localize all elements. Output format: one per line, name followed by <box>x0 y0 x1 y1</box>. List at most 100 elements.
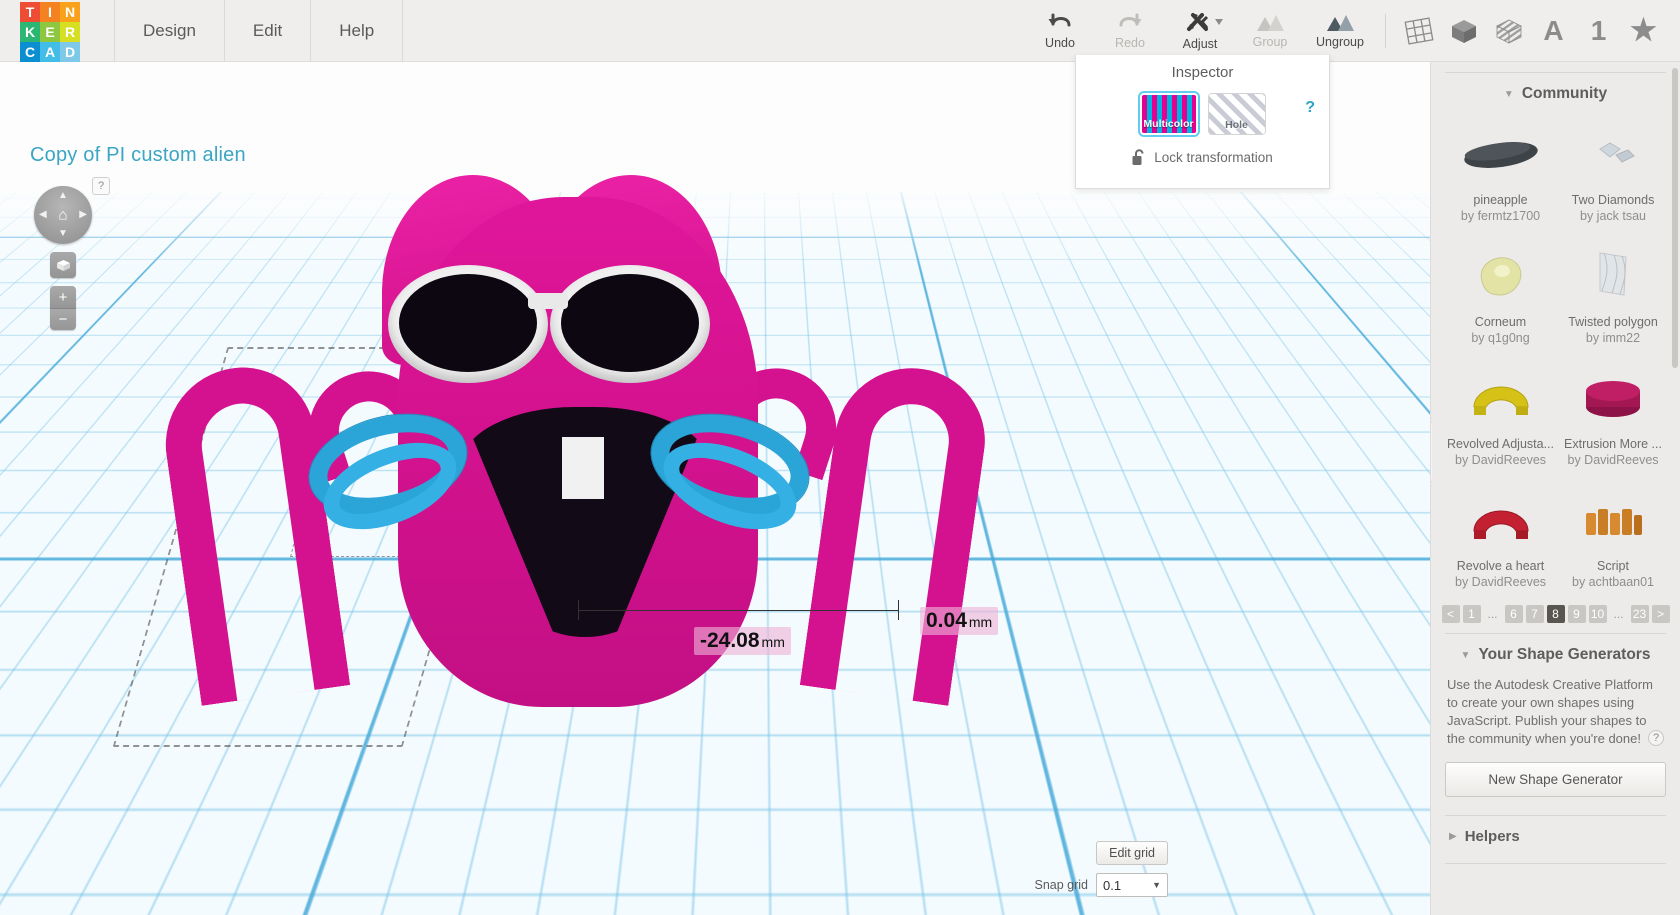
orbit-up-icon[interactable]: ▲ <box>58 191 68 201</box>
shape-name: Script <box>1597 559 1629 573</box>
shape-name: Extrusion More ... <box>1564 437 1662 451</box>
star-icon[interactable]: ★ <box>1621 0 1666 62</box>
orbit-left-icon[interactable]: ◀ <box>39 210 47 220</box>
undo-icon <box>1048 13 1071 27</box>
orbit-right-icon[interactable]: ▶ <box>79 210 87 220</box>
top-toolbar: T I N K E R C A D Design Edit Help Undo <box>0 0 1680 62</box>
group-button[interactable]: Group <box>1235 0 1305 62</box>
shape-card-pineapple[interactable]: pineapple by fermtz1700 <box>1445 111 1556 227</box>
shape-card-script[interactable]: Script by achtbaan01 <box>1560 477 1666 593</box>
logo-tile-1: I <box>40 1 60 22</box>
hole-swatch[interactable]: Hole <box>1207 93 1266 135</box>
striped-box-icon <box>1495 19 1522 44</box>
shape-name: pineapple <box>1473 193 1528 207</box>
adjust-button[interactable]: Adjust <box>1165 0 1235 62</box>
dimension-tick-right <box>898 600 899 620</box>
shape-card-two-diamonds[interactable]: Two Diamonds by jack tsau <box>1560 111 1666 227</box>
text-a-icon[interactable]: A <box>1531 0 1576 62</box>
zoom-in-button[interactable]: + <box>50 286 76 308</box>
shape-author: by imm22 <box>1585 331 1641 345</box>
solid-box-icon <box>1451 19 1476 43</box>
canvas-help-button[interactable]: ? <box>92 177 110 195</box>
edit-grid-button[interactable]: Edit grid <box>1096 841 1168 865</box>
menu-edit[interactable]: Edit <box>225 0 312 62</box>
shape-thumbnail <box>1447 361 1554 433</box>
panel-scroll-area: ▼ Community pineapple by fermtz1700 Two … <box>1431 62 1680 915</box>
zoom-out-button[interactable]: − <box>50 308 76 330</box>
shape-generators-description: Use the Autodesk Creative Platform to cr… <box>1447 677 1653 746</box>
workplane-icon[interactable] <box>1396 0 1441 62</box>
grid-controls: Edit grid Snap grid 0.1 ▼ <box>1034 841 1168 897</box>
hole-swatch-label: Hole <box>1225 119 1248 131</box>
helpers-section-header[interactable]: ▶ Helpers <box>1445 816 1666 853</box>
shape-author: by DavidReeves <box>1567 453 1659 467</box>
fit-view-button[interactable] <box>50 252 76 278</box>
shape-thumbnail <box>1562 483 1664 555</box>
pagination-next[interactable]: > <box>1651 605 1670 623</box>
shape-author: by jack tsau <box>1580 209 1647 223</box>
sunglass-bridge <box>528 293 568 309</box>
orbit-control[interactable]: ▲ ▼ ◀ ▶ ⌂ <box>34 186 92 244</box>
alien-model[interactable] <box>112 97 1030 747</box>
sunglass-lens-right <box>550 265 710 383</box>
menu-design[interactable]: Design <box>114 0 225 62</box>
pagination-page-7[interactable]: 7 <box>1525 605 1544 623</box>
shape-card-revolved-adjustable[interactable]: Revolved Adjusta... by DavidReeves <box>1445 355 1556 471</box>
chevron-right-icon: ▶ <box>1449 831 1457 842</box>
unlock-icon <box>1132 149 1144 165</box>
main-menu: Design Edit Help <box>114 0 404 62</box>
shape-thumbnail <box>1447 239 1554 311</box>
shape-name: Revolved Adjusta... <box>1447 437 1555 451</box>
shape-thumbnail <box>1562 117 1664 189</box>
new-shape-generator-button[interactable]: New Shape Generator <box>1445 762 1666 797</box>
multicolor-swatch[interactable]: Multicolor <box>1139 93 1198 135</box>
pagination-page-8[interactable]: 8 <box>1546 605 1565 623</box>
undo-label: Undo <box>1045 36 1075 50</box>
shape-card-revolve-a-heart[interactable]: Revolve a heart by DavidReeves <box>1445 477 1556 593</box>
shape-card-extrusion-more[interactable]: Extrusion More ... by DavidReeves <box>1560 355 1666 471</box>
orbit-down-icon[interactable]: ▼ <box>58 229 68 239</box>
dimension-y-callout[interactable]: 0.04 mm <box>920 607 999 635</box>
redo-button[interactable]: Redo <box>1095 0 1165 62</box>
alien-tooth <box>562 437 604 499</box>
shape-card-twisted-polygon[interactable]: Twisted polygon by imm22 <box>1560 233 1666 349</box>
shape-generators-header[interactable]: ▼ Your Shape Generators <box>1445 634 1666 672</box>
shape-name: Corneum <box>1474 315 1527 329</box>
tinkercad-logo[interactable]: T I N K E R C A D <box>20 1 80 62</box>
community-section-header[interactable]: ▼ Community <box>1445 73 1666 111</box>
box-icon[interactable] <box>1441 0 1486 62</box>
script-blocks-shape-icon <box>1586 509 1642 535</box>
multicolor-swatch-label: Multicolor <box>1143 118 1194 130</box>
pagination-page-23[interactable]: 23 <box>1630 605 1649 623</box>
3d-canvas[interactable]: Copy of PI custom alien ▲ ▼ ◀ ▶ ⌂ + − ? … <box>0 62 1430 915</box>
right-icon-group: A 1 ★ <box>1396 0 1680 62</box>
pagination-page-10[interactable]: 10 <box>1588 605 1607 623</box>
shape-card-corneum[interactable]: Corneum by q1g0ng <box>1445 233 1556 349</box>
shape-generators-help-button[interactable]: ? <box>1648 730 1664 746</box>
hole-box-icon[interactable] <box>1486 0 1531 62</box>
lock-transformation-row[interactable]: Lock transformation <box>1076 149 1329 166</box>
chevron-down-icon: ▼ <box>1152 880 1161 890</box>
group-label: Group <box>1252 35 1288 49</box>
chevron-down-icon: ▼ <box>1460 649 1471 661</box>
dimension-y-value: 0.04 <box>926 609 967 632</box>
dimension-x-callout[interactable]: -24.08 mm <box>694 627 791 655</box>
number-one-icon[interactable]: 1 <box>1576 0 1621 62</box>
workplane-grid-icon <box>1404 16 1433 45</box>
shape-author: by DavidReeves <box>1455 453 1547 467</box>
undo-button[interactable]: Undo <box>1025 0 1095 62</box>
menu-help[interactable]: Help <box>311 0 404 62</box>
corneum-shape-icon <box>1480 257 1521 296</box>
pagination-page-1[interactable]: 1 <box>1462 605 1481 623</box>
zoom-controls: + − <box>50 286 76 330</box>
extrusion-disc-shape-icon <box>1586 381 1640 417</box>
inspector-help-button[interactable]: ? <box>1305 99 1315 117</box>
community-shape-grid: pineapple by fermtz1700 Two Diamonds by … <box>1445 111 1666 593</box>
pagination-page-9[interactable]: 9 <box>1567 605 1586 623</box>
pagination-page-6[interactable]: 6 <box>1504 605 1523 623</box>
home-view-icon[interactable]: ⌂ <box>58 207 67 224</box>
pagination-prev[interactable]: < <box>1441 605 1460 623</box>
group-icon <box>1257 15 1284 31</box>
snap-grid-select[interactable]: 0.1 ▼ <box>1096 873 1168 897</box>
ungroup-button[interactable]: Ungroup <box>1305 0 1375 62</box>
